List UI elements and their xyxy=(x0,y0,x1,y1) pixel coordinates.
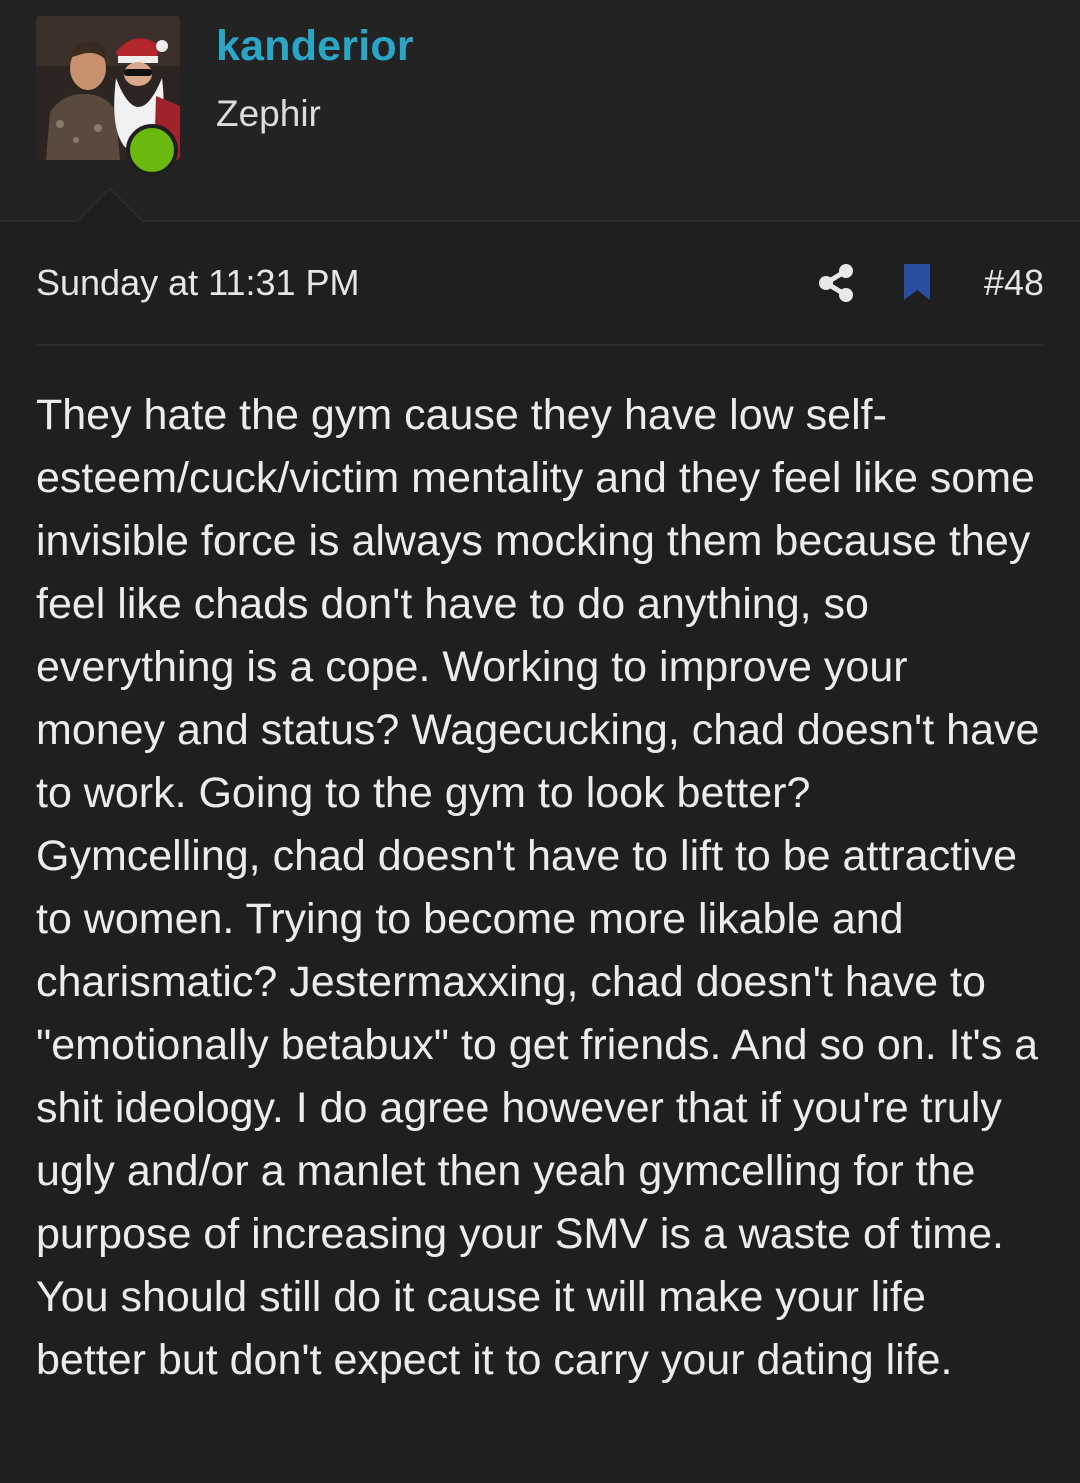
post-date-link[interactable]: Sunday at 11:31 PM xyxy=(36,262,360,304)
user-title: Zephir xyxy=(216,93,321,134)
post-meta-bar: Sunday at 11:31 PM #48 xyxy=(36,222,1044,346)
bookmark-icon[interactable] xyxy=(902,264,932,300)
post-body-text: They hate the gym cause they have low se… xyxy=(36,391,1040,1384)
username-link[interactable]: kanderior xyxy=(216,22,414,71)
share-icon[interactable] xyxy=(818,263,854,303)
online-status-dot xyxy=(126,124,178,176)
post-author-header: kanderior Zephir xyxy=(0,0,1080,222)
avatar-container[interactable] xyxy=(36,16,180,176)
post-number-link[interactable]: #48 xyxy=(984,262,1044,304)
header-pointer xyxy=(78,190,142,222)
